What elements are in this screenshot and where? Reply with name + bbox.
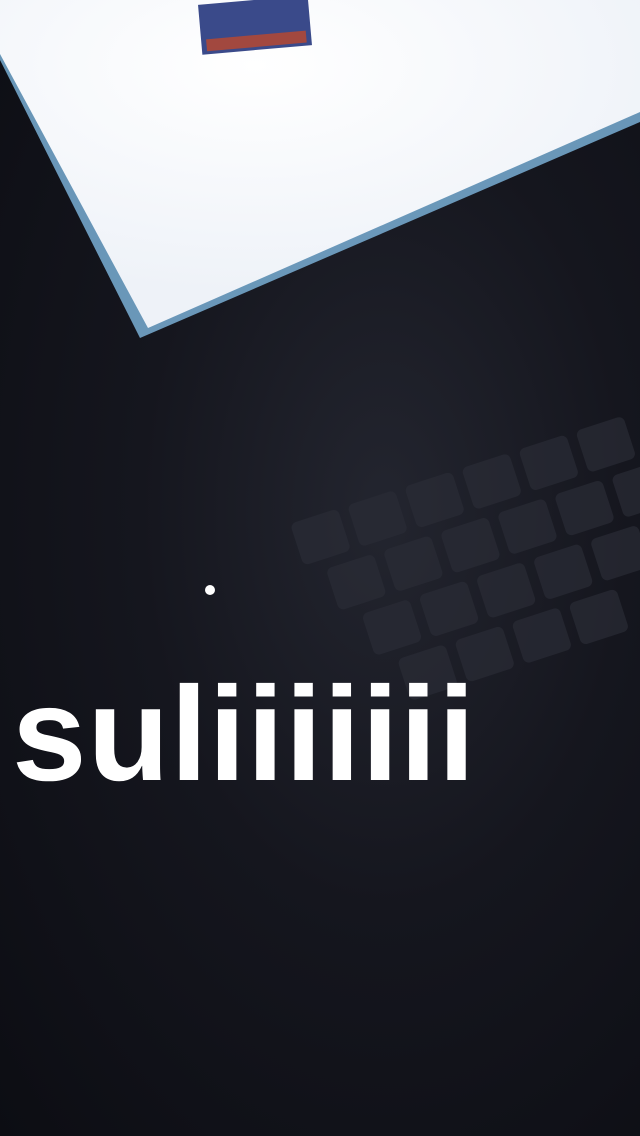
laptop-screen xyxy=(0,0,640,328)
indicator-light xyxy=(205,585,215,595)
snap-caption: suliiiiiii xyxy=(12,660,477,809)
photo-scene xyxy=(0,0,640,700)
snap-photo: suliiiiiii xyxy=(0,0,640,1136)
